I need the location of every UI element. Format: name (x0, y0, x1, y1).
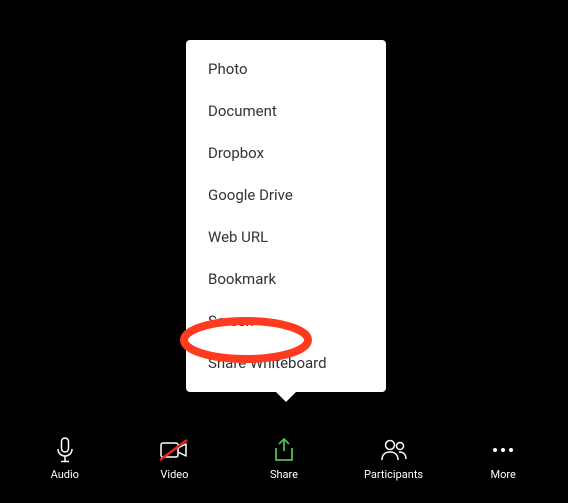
menu-item-bookmark[interactable]: Bookmark (186, 258, 386, 300)
share-label: Share (270, 468, 298, 481)
menu-item-google-drive[interactable]: Google Drive (186, 174, 386, 216)
menu-item-photo[interactable]: Photo (186, 48, 386, 90)
share-menu: Photo Document Dropbox Google Drive Web … (186, 40, 386, 392)
more-icon (490, 436, 516, 464)
menu-item-share-whiteboard[interactable]: Share Whiteboard (186, 342, 386, 384)
share-button[interactable]: Share (244, 436, 324, 481)
microphone-icon (55, 436, 75, 464)
menu-item-dropbox[interactable]: Dropbox (186, 132, 386, 174)
more-label: More (491, 468, 516, 481)
audio-label: Audio (51, 468, 79, 481)
video-label: Video (160, 468, 188, 481)
share-icon (271, 436, 297, 464)
video-off-icon (159, 436, 189, 464)
more-button[interactable]: More (463, 436, 543, 481)
menu-item-document[interactable]: Document (186, 90, 386, 132)
audio-button[interactable]: Audio (25, 436, 105, 481)
participants-icon (379, 436, 409, 464)
participants-label: Participants (364, 468, 423, 481)
menu-item-screen[interactable]: Screen (186, 300, 386, 342)
video-button[interactable]: Video (134, 436, 214, 481)
meeting-toolbar: Audio Video Share (0, 436, 568, 481)
menu-item-web-url[interactable]: Web URL (186, 216, 386, 258)
participants-button[interactable]: Participants (354, 436, 434, 481)
